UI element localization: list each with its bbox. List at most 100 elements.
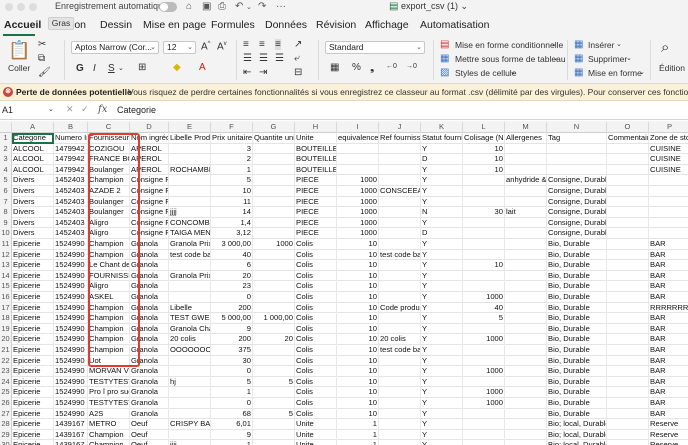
row-header[interactable]: 13 xyxy=(0,260,12,271)
save-icon[interactable]: ▣ xyxy=(202,1,211,12)
grid-cell[interactable]: Fournisseur xyxy=(88,133,130,144)
grid-cell[interactable]: 1000 xyxy=(463,366,505,377)
grid-cell[interactable]: Bio, Durable xyxy=(547,345,607,356)
align-bottom-icon[interactable]: ≡ xyxy=(275,39,281,50)
grid-cell[interactable] xyxy=(379,175,421,186)
grid-cell[interactable]: Nom ingréd xyxy=(130,133,169,144)
grid-cell[interactable] xyxy=(253,302,295,314)
grid-cell[interactable]: 10 xyxy=(337,355,379,367)
increase-font-icon[interactable]: A^ xyxy=(201,41,211,52)
grid-cell[interactable]: 10 xyxy=(337,239,379,250)
cell-styles-button[interactable]: Styles de cellule xyxy=(455,68,516,78)
align-middle-icon[interactable]: ≡ xyxy=(259,39,265,50)
grid-cell[interactable] xyxy=(379,313,421,324)
grid-cell[interactable] xyxy=(379,419,421,430)
grid-cell[interactable]: Granola xyxy=(130,355,169,367)
grid-cell[interactable] xyxy=(169,175,211,186)
grid-cell[interactable] xyxy=(607,186,649,197)
grid-cell[interactable]: Granola xyxy=(130,387,169,398)
grid-cell[interactable]: Colis xyxy=(295,345,337,356)
grid-cell[interactable]: BAR xyxy=(649,271,688,282)
grid-cell[interactable]: 30 xyxy=(463,207,505,218)
grid-cell[interactable]: 1439167 xyxy=(54,419,88,430)
grid-cell[interactable] xyxy=(169,429,211,441)
grid-cell[interactable] xyxy=(547,143,607,155)
grid-cell[interactable]: 10 xyxy=(463,154,505,165)
grid-cell[interactable] xyxy=(505,154,547,165)
print-icon[interactable]: ⎙ xyxy=(218,1,226,12)
grid-cell[interactable]: Epicerie xyxy=(12,270,54,282)
row-header[interactable]: 14 xyxy=(0,270,12,282)
grid-cell[interactable]: 5 xyxy=(211,175,253,186)
delete-cells-icon[interactable]: ▦ xyxy=(574,53,583,64)
grid-cell[interactable]: Y xyxy=(421,196,463,208)
align-top-icon[interactable]: ≡ xyxy=(243,39,249,50)
grid-cell[interactable]: TAIGA MENTH xyxy=(169,228,211,239)
grid-cell[interactable]: Bio; local, Durable xyxy=(547,419,607,430)
grid-cell[interactable]: Y xyxy=(421,376,463,388)
grid-cell[interactable]: ROCHAMBEA xyxy=(169,164,211,176)
grid-cell[interactable]: Granola xyxy=(130,408,169,420)
grid-cell[interactable]: 1000 xyxy=(337,217,379,229)
grid-cell[interactable]: Epicerie xyxy=(12,292,54,303)
grid-cell[interactable]: Y xyxy=(421,323,463,335)
grid-cell[interactable] xyxy=(505,164,547,176)
format-painter-icon[interactable]: 🖌 xyxy=(38,67,51,78)
grid-cell[interactable]: 10 xyxy=(337,366,379,377)
format-table-icon[interactable]: ▦ xyxy=(440,53,449,64)
grid-cell[interactable] xyxy=(505,217,547,229)
conditional-format-icon[interactable]: ▤ xyxy=(440,39,449,50)
grid-cell[interactable]: 10 xyxy=(337,302,379,314)
grid-cell[interactable] xyxy=(607,154,649,165)
grid-cell[interactable]: BAR xyxy=(649,387,688,398)
grid-cell[interactable]: Colis xyxy=(295,323,337,335)
grid-cell[interactable]: APEROL xyxy=(130,154,169,165)
grid-cell[interactable] xyxy=(607,281,649,292)
grid-cell[interactable]: ASKEL xyxy=(88,292,130,303)
paste-icon[interactable]: 📋 xyxy=(8,40,30,61)
grid-cell[interactable]: 1000 xyxy=(337,175,379,186)
grid-cell[interactable]: Consigne, Durable xyxy=(547,175,607,186)
row-header[interactable]: 19 xyxy=(0,323,12,335)
grid-cell[interactable]: 1 xyxy=(211,440,253,445)
delete-dropdown-icon[interactable]: ⌄ xyxy=(626,54,632,62)
grid-cell[interactable] xyxy=(253,281,295,292)
grid-cell[interactable]: 1524990 xyxy=(54,376,88,388)
grid-cell[interactable]: 200 xyxy=(211,334,253,345)
grid-cell[interactable]: 5 000,00 xyxy=(211,313,253,324)
grid-cell[interactable]: Colis xyxy=(295,281,337,292)
grid-cell[interactable] xyxy=(505,270,547,282)
grid-cell[interactable]: 40 xyxy=(463,302,505,314)
grid-cell[interactable]: Consigne FUT xyxy=(130,175,169,186)
grid-cell[interactable]: Bio, Durable xyxy=(547,376,607,388)
grid-cell[interactable]: Divers xyxy=(12,207,54,218)
grid-cell[interactable]: Le Chant des xyxy=(88,260,130,271)
grid-cell[interactable]: 1524990 xyxy=(54,387,88,398)
grid-cell[interactable]: 1000 xyxy=(463,398,505,409)
grid-cell[interactable]: Champion xyxy=(88,239,130,250)
grid-cell[interactable] xyxy=(607,270,649,282)
insert-button[interactable]: Insérer xyxy=(588,40,614,50)
grid-cell[interactable]: ALCOOL xyxy=(12,154,54,165)
grid-cell[interactable]: BAR xyxy=(649,377,688,388)
grid-cell[interactable]: 1524990 xyxy=(54,270,88,282)
grid-cell[interactable]: Granola xyxy=(130,239,169,250)
grid-cell[interactable]: 1 xyxy=(337,419,379,430)
grid-cell[interactable]: MORVAN VIA xyxy=(88,366,130,377)
grid-cell[interactable]: CUISINE xyxy=(649,165,688,176)
grid-cell[interactable]: Consigne, Durable xyxy=(547,228,607,239)
grid-cell[interactable]: Boulanger xyxy=(88,207,130,218)
grid-cell[interactable]: 23 xyxy=(211,281,253,292)
grid-cell[interactable]: Granola Prix xyxy=(169,270,211,282)
grid-cell[interactable]: METRO xyxy=(88,419,130,430)
grid-cell[interactable]: 10 xyxy=(337,398,379,409)
grid-cell[interactable] xyxy=(379,292,421,303)
grid-cell[interactable]: 200 xyxy=(211,302,253,314)
grid-cell[interactable]: Bio; local, Durable xyxy=(547,429,607,441)
grid-cell[interactable]: BOUTEILLE xyxy=(295,154,337,165)
grid-cell[interactable]: 20 xyxy=(211,270,253,282)
grid-cell[interactable]: 10 xyxy=(337,376,379,388)
row-header[interactable]: 6 xyxy=(0,186,12,197)
grid-cell[interactable]: BAR xyxy=(649,260,688,271)
grid-cell[interactable] xyxy=(463,239,505,250)
